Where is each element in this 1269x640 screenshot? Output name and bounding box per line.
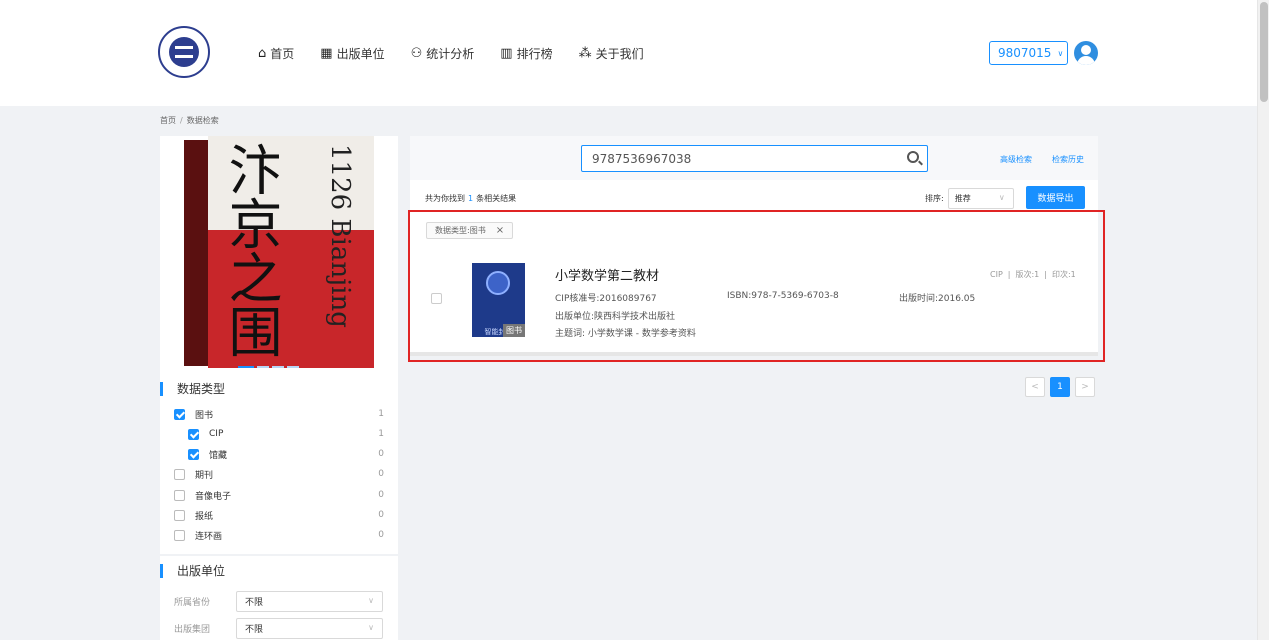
facet-item-collection[interactable]: 馆藏 0 (188, 446, 384, 462)
checkbox[interactable] (188, 448, 199, 460)
carousel-dots[interactable] (238, 366, 299, 368)
main-nav: ⌂ 首页 ▦ 出版单位 ⚇ 统计分析 ▥ 排行榜 ⁂ 关于我们 (258, 45, 670, 62)
result-summary: 共为你找到 1 条相关结果 (425, 194, 517, 203)
facet-item-cip[interactable]: CIP 1 (188, 426, 384, 442)
breadcrumb-home[interactable]: 首页 (160, 116, 176, 125)
search-history-link[interactable]: 检索历史 (1052, 154, 1084, 165)
result-highlight-box (408, 210, 1105, 362)
advanced-search-link[interactable]: 高级检索 (1000, 154, 1032, 165)
nav-statistics[interactable]: ⚇ 统计分析 (411, 45, 475, 62)
breadcrumb: 首页 / 数据检索 (160, 116, 219, 125)
top-header: ⌂ 首页 ▦ 出版单位 ⚇ 统计分析 ▥ 排行榜 ⁂ 关于我们 9807015 ∨ (0, 0, 1257, 106)
nav-home[interactable]: ⌂ 首页 (258, 45, 294, 62)
home-icon: ⌂ (258, 46, 267, 61)
book-cover-image[interactable]: 汴京之围 1126 Bianjing (184, 136, 374, 368)
about-icon: ⁂ (578, 46, 592, 61)
breadcrumb-current: 数据检索 (186, 116, 219, 125)
facet-item-audiovisual[interactable]: 音像电子 0 (174, 487, 384, 503)
facet-item-newspaper[interactable]: 报纸 0 (174, 507, 384, 523)
nav-publishers[interactable]: ▦ 出版单位 (320, 45, 384, 62)
publisher-facet-title: 出版单位 (160, 564, 225, 578)
pagination: < 1 > (1025, 377, 1095, 397)
search-input[interactable]: 9787536967038 (581, 145, 928, 172)
publisher-icon: ▦ (320, 46, 333, 61)
featured-book-carousel[interactable]: 汴京之围 1126 Bianjing (160, 136, 398, 374)
sort-control: 排序: 推荐 ∨ (925, 188, 1014, 209)
checkbox[interactable] (174, 468, 185, 480)
prev-page-button[interactable]: < (1025, 377, 1045, 397)
data-type-facet: 数据类型 图书 1 CIP 1 馆藏 0 期刊 0 音像电子 0 报纸 0 连环画 0 (160, 374, 398, 554)
account-dropdown[interactable]: 9807015 ∨ (989, 41, 1068, 65)
export-button[interactable]: 数据导出 (1026, 186, 1085, 209)
facet-item-journal[interactable]: 期刊 0 (174, 466, 384, 482)
group-filter: 出版集团 不限 ∨ (174, 618, 383, 639)
checkbox[interactable] (188, 428, 199, 440)
checkbox[interactable] (174, 489, 185, 501)
nav-about[interactable]: ⁂ 关于我们 (579, 45, 644, 62)
checkbox[interactable] (174, 408, 185, 420)
page-1-button[interactable]: 1 (1050, 377, 1070, 397)
checkbox[interactable] (174, 509, 185, 521)
group-select[interactable]: 不限 ∨ (236, 618, 383, 639)
chevron-down-icon: ∨ (998, 193, 1005, 202)
user-avatar[interactable] (1074, 41, 1098, 65)
search-icon[interactable] (907, 151, 919, 163)
scrollbar-thumb[interactable] (1260, 2, 1268, 102)
province-filter: 所属省份 不限 ∨ (174, 591, 383, 612)
chevron-down-icon: ∨ (368, 596, 374, 605)
users-icon: ⚇ (410, 46, 423, 61)
search-area: 9787536967038 高级检索 检索历史 (410, 136, 1098, 180)
ranking-icon: ▥ (500, 46, 513, 61)
facet-item-book[interactable]: 图书 1 (174, 406, 384, 422)
book-cover-latin: 1126 Bianjing (325, 144, 355, 328)
next-page-button[interactable]: > (1075, 377, 1095, 397)
chevron-down-icon: ∨ (1057, 48, 1064, 58)
archives-logo[interactable] (158, 26, 210, 78)
nav-ranking[interactable]: ▥ 排行榜 (500, 45, 552, 62)
page-scrollbar[interactable] (1257, 0, 1269, 640)
chevron-down-icon: ∨ (368, 623, 374, 632)
book-cover-title: 汴京之围 (219, 142, 282, 358)
sort-select[interactable]: 推荐 ∨ (947, 188, 1014, 209)
province-select[interactable]: 不限 ∨ (236, 591, 383, 612)
facet-title: 数据类型 (160, 382, 225, 396)
checkbox[interactable] (174, 529, 185, 541)
publisher-facet: 出版单位 所属省份 不限 ∨ 出版集团 不限 ∨ (160, 556, 398, 640)
facet-item-comic[interactable]: 连环画 0 (174, 527, 384, 543)
